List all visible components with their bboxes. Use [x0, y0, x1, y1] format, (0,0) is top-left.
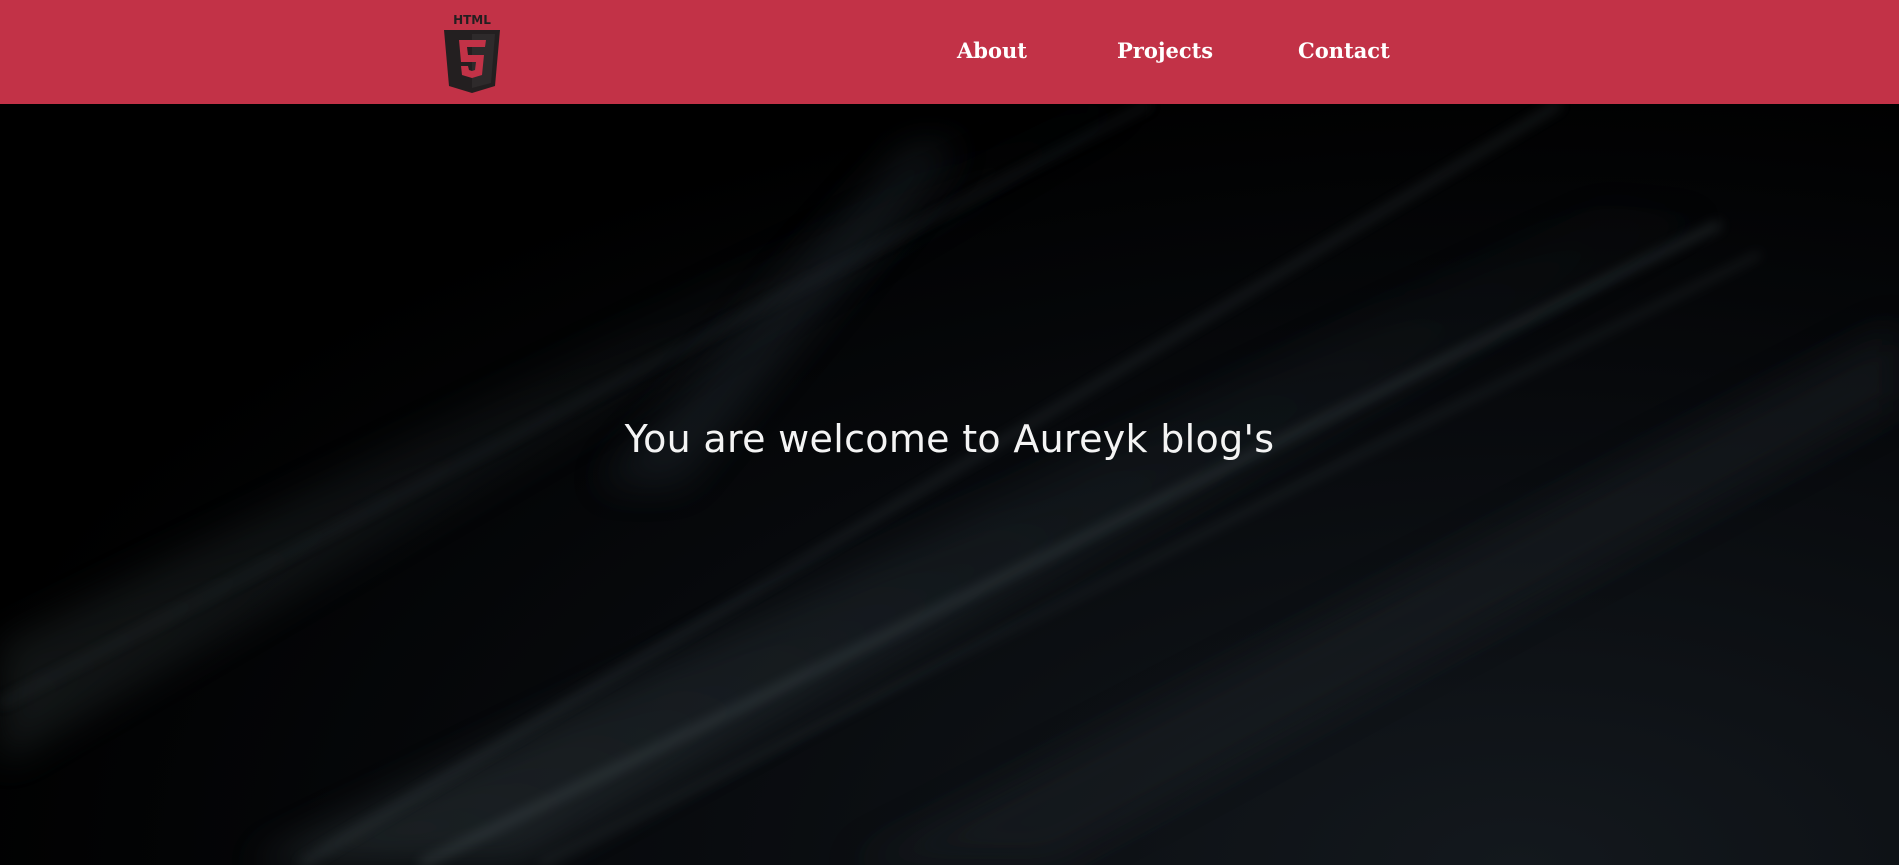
nav-link-contact[interactable]: Contact — [1298, 37, 1390, 65]
hero-section: You are welcome to Aureyk blog's — [0, 104, 1899, 865]
nav-link-projects[interactable]: Projects — [1117, 37, 1213, 65]
hero-title: You are welcome to Aureyk blog's — [624, 417, 1275, 461]
hero-background-light-streaks — [0, 104, 1899, 865]
main-nav: About Projects Contact — [0, 0, 1899, 104]
nav-link-about[interactable]: About — [957, 37, 1027, 65]
top-navbar: HTML About Projects Contact — [0, 0, 1899, 104]
